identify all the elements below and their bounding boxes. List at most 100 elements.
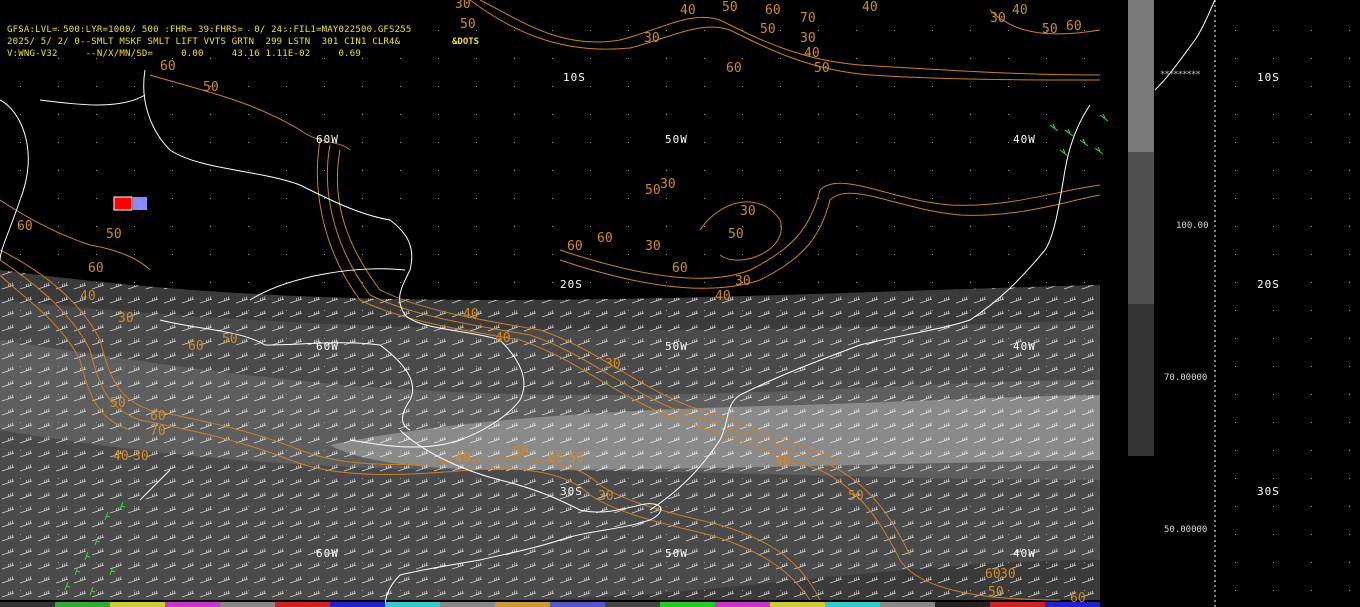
grid-dot bbox=[704, 254, 705, 255]
grid-dot bbox=[58, 86, 59, 87]
grid-dot bbox=[1008, 478, 1009, 479]
grid-dot bbox=[172, 86, 173, 87]
grid-dot bbox=[1235, 170, 1236, 171]
grid-dot bbox=[324, 86, 325, 87]
grid-dot bbox=[1046, 478, 1047, 479]
grid-dot bbox=[628, 478, 629, 479]
grid-dot bbox=[400, 282, 401, 283]
grid-dot bbox=[932, 170, 933, 171]
grid-dot bbox=[856, 114, 857, 115]
grid-dot bbox=[400, 58, 401, 59]
grid-dot bbox=[552, 282, 553, 283]
grid-dot bbox=[780, 198, 781, 199]
grid-dot bbox=[514, 450, 515, 451]
grid-dot bbox=[1349, 58, 1350, 59]
grid-dot bbox=[476, 114, 477, 115]
grid-dot bbox=[1311, 86, 1312, 87]
grid-dot bbox=[438, 366, 439, 367]
grid-dot bbox=[134, 86, 135, 87]
grid-dot bbox=[856, 142, 857, 143]
grid-dot bbox=[400, 226, 401, 227]
grid-dot bbox=[210, 590, 211, 591]
grid-dot bbox=[476, 562, 477, 563]
grid-dot bbox=[1273, 534, 1274, 535]
grid-dot bbox=[666, 450, 667, 451]
grid-dot bbox=[362, 170, 363, 171]
grid-dot bbox=[1084, 590, 1085, 591]
color-strip-cell bbox=[770, 602, 825, 607]
grid-dot bbox=[1273, 310, 1274, 311]
grid-dot bbox=[780, 142, 781, 143]
grid-dot bbox=[400, 394, 401, 395]
grid-dot bbox=[476, 310, 477, 311]
contour-value-label: 30 bbox=[990, 11, 1006, 26]
grid-dot bbox=[856, 562, 857, 563]
grid-dot bbox=[1084, 506, 1085, 507]
grid-dot bbox=[172, 114, 173, 115]
grid-dot bbox=[628, 590, 629, 591]
grid-dot bbox=[894, 590, 895, 591]
grid-dot bbox=[286, 310, 287, 311]
grid-dot bbox=[818, 30, 819, 31]
grid-dot bbox=[818, 198, 819, 199]
grid-dot bbox=[1008, 58, 1009, 59]
grid-dot bbox=[628, 534, 629, 535]
grid-dot bbox=[172, 534, 173, 535]
color-strip-cell bbox=[220, 602, 275, 607]
grid-dot bbox=[20, 310, 21, 311]
grid-dot bbox=[856, 58, 857, 59]
color-strip-cell bbox=[55, 602, 110, 607]
grid-dot bbox=[628, 114, 629, 115]
grid-dot bbox=[1273, 338, 1274, 339]
grid-dot bbox=[818, 282, 819, 283]
grid-dot bbox=[362, 310, 363, 311]
grid-dot bbox=[780, 310, 781, 311]
grid-dot bbox=[1311, 534, 1312, 535]
color-strip-cell bbox=[165, 602, 220, 607]
grid-dot bbox=[742, 114, 743, 115]
contour-value-label: 50 bbox=[106, 227, 122, 242]
grid-dot bbox=[780, 534, 781, 535]
grid-dot bbox=[514, 142, 515, 143]
grid-dot bbox=[438, 478, 439, 479]
grid-dot bbox=[1008, 338, 1009, 339]
grid-dot bbox=[362, 590, 363, 591]
grid-dot bbox=[172, 338, 173, 339]
contour-value-label: 40 bbox=[455, 451, 471, 466]
grid-dot bbox=[58, 506, 59, 507]
grid-dot bbox=[20, 282, 21, 283]
contour-value-label: 50 bbox=[645, 183, 661, 198]
color-strip-cell bbox=[110, 602, 165, 607]
contour-value-label: 50 bbox=[848, 489, 864, 504]
lon-label: 40W bbox=[1013, 133, 1036, 146]
grid-dot bbox=[932, 590, 933, 591]
grid-dot bbox=[210, 534, 211, 535]
lon-label: 60W bbox=[316, 340, 339, 353]
grid-dot bbox=[1349, 394, 1350, 395]
grid-dot bbox=[210, 450, 211, 451]
grid-dot bbox=[20, 590, 21, 591]
grid-dot bbox=[20, 86, 21, 87]
contour-value-label: 40 bbox=[680, 3, 696, 18]
contour-value-label: 60 bbox=[567, 239, 583, 254]
grid-dot bbox=[96, 338, 97, 339]
grid-dot bbox=[96, 366, 97, 367]
grid-dot bbox=[514, 366, 515, 367]
grid-dot bbox=[1046, 142, 1047, 143]
grid-dot bbox=[20, 142, 21, 143]
grid-dot bbox=[58, 394, 59, 395]
lat-label: 10S bbox=[563, 71, 586, 84]
grid-dot bbox=[552, 534, 553, 535]
grid-dot bbox=[248, 254, 249, 255]
contour-value-label: 40 bbox=[775, 454, 791, 469]
grid-dot bbox=[96, 310, 97, 311]
contour-value-label: 60 bbox=[160, 59, 176, 74]
grid-dot bbox=[742, 506, 743, 507]
grid-dot bbox=[134, 282, 135, 283]
grid-dot bbox=[704, 86, 705, 87]
grid-dot bbox=[932, 142, 933, 143]
grid-dot bbox=[666, 114, 667, 115]
grid-dot bbox=[628, 310, 629, 311]
grid-dot bbox=[628, 394, 629, 395]
header-line-1: GFSA:LVL= 500:LYR=1000/ 500 :FHR= 39:FHR… bbox=[7, 25, 412, 35]
